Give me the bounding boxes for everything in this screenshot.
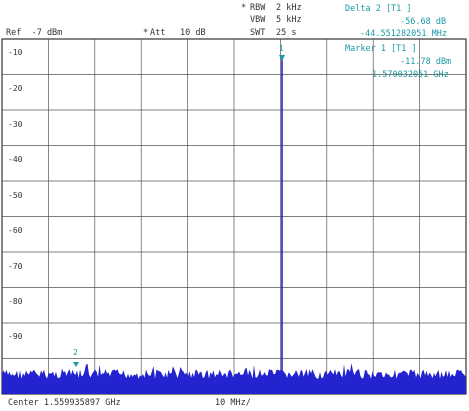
span-per-division: 10 MHz/ xyxy=(215,398,251,408)
marker-2-triangle xyxy=(73,362,79,367)
graticule xyxy=(1,38,467,395)
spectrum-plot xyxy=(1,38,467,395)
y-label-8: -80 xyxy=(8,297,23,306)
y-label-4: -40 xyxy=(8,155,23,164)
marker-2-number: 2 xyxy=(73,348,78,357)
marker-1-number: 1 xyxy=(279,44,284,53)
y-label-5: -50 xyxy=(8,191,23,200)
spectrum-analyzer-screen: * RBW 2 kHz VBW 5 kHz SWT 25 s Ref -7 dB… xyxy=(0,0,469,411)
marker-1-triangle xyxy=(279,55,285,61)
y-label-6: -60 xyxy=(8,226,23,235)
y-label-1: -10 xyxy=(8,48,23,57)
y-label-9: -90 xyxy=(8,332,23,341)
y-label-7: -70 xyxy=(8,262,23,271)
y-label-3: -30 xyxy=(8,120,23,129)
y-label-2: -20 xyxy=(8,84,23,93)
center-frequency: Center 1.559935897 GHz xyxy=(8,398,121,408)
